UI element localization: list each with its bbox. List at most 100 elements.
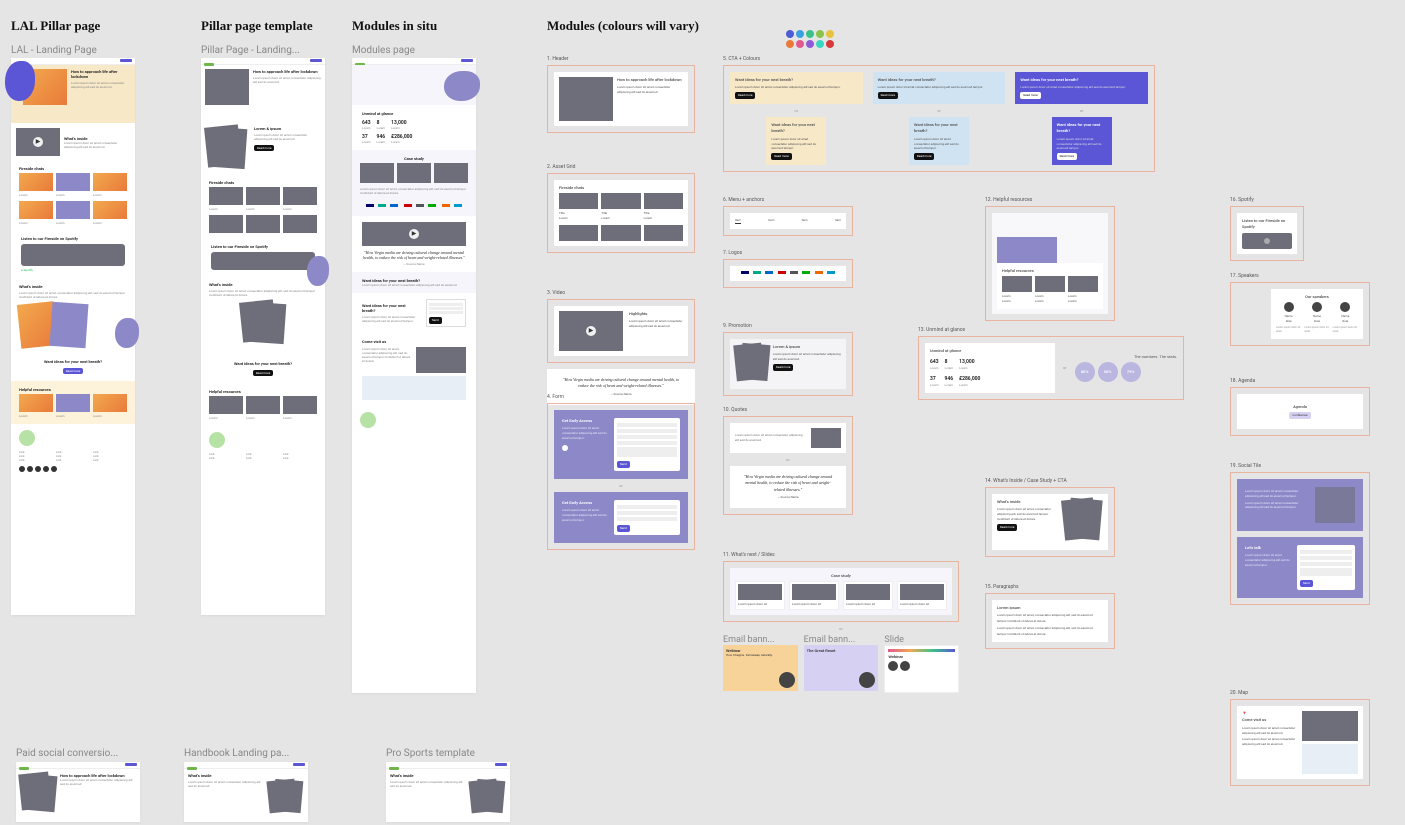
module-paragraphs[interactable]: Lorem ipsum Lorem ipsum dolor sit amet, …	[985, 593, 1115, 649]
module-logos[interactable]	[723, 259, 853, 288]
figma-canvas[interactable]: LAL Pillar page Pillar page template Mod…	[0, 0, 1405, 825]
frame-title[interactable]: Paid social conversio...	[16, 748, 118, 759]
cta-button[interactable]: Read more	[1057, 153, 1077, 160]
cta-button[interactable]: Read more	[878, 92, 898, 99]
label: Lorem ipsum dolor sit amet consectetur a…	[60, 778, 136, 786]
frame-modules-page[interactable]: Unmind at glance 643Lorem 8Lorem 13,000L…	[352, 58, 476, 693]
cta-button[interactable]: Read more	[735, 92, 755, 99]
module-map[interactable]: 📍 Come visit us Lorem ipsum dolor sit am…	[1230, 699, 1370, 786]
module-glance[interactable]: Unmind at glance 643Lorem 8Lorem 13,000L…	[918, 336, 1184, 400]
module-form[interactable]: Get Early Access Lorem ipsum dolor sit a…	[547, 403, 695, 550]
agenda-button[interactable]: Conference	[1289, 412, 1310, 419]
frame-title[interactable]: Slide	[884, 635, 959, 645]
label: Helpful resources	[209, 389, 317, 394]
label: Lorem ipsum dolor sit amet consectetur a…	[64, 141, 130, 149]
label: The Great Reset	[807, 648, 860, 653]
frame-title[interactable]: Modules page	[352, 45, 415, 56]
stat: 946	[945, 375, 954, 383]
label: Listen to our Fireside on Spotify	[1242, 218, 1292, 231]
video-thumb[interactable]	[559, 311, 623, 351]
submit-button[interactable]: Send	[617, 525, 630, 532]
cta-button[interactable]: Read more	[1020, 92, 1040, 99]
module-menu[interactable]: ItemItemItemItem	[723, 206, 853, 236]
office-photo	[416, 347, 466, 373]
module-asset-grid[interactable]: Fireside chats TitleLoremTitleLoremTitle…	[547, 173, 695, 253]
module-quotes[interactable]: Lorem ipsum dolor sit amet consectetur a…	[723, 416, 853, 515]
quote-src: — Source Name	[740, 495, 836, 500]
module-whatsinside[interactable]: What's inside Lorem ipsum dolor sit amet…	[985, 487, 1115, 557]
module-label: 17. Speakers	[1230, 273, 1370, 279]
label: Lorem ipsum dolor sit amet, consectetur …	[209, 289, 317, 297]
label: Want ideas for your next breath?	[878, 77, 1001, 83]
frame-title[interactable]: Email bann...	[723, 635, 798, 645]
frame-paid[interactable]: How to approach life after lockdown Lore…	[16, 762, 140, 822]
module-speakers[interactable]: Our speakers NameRole NameRole NameRole …	[1230, 282, 1370, 346]
video-thumb[interactable]	[16, 128, 60, 156]
cta-button[interactable]: Read more	[253, 370, 273, 376]
label: Helpful resources	[19, 387, 127, 392]
frame-title[interactable]: Email bann...	[804, 635, 879, 645]
frame-title[interactable]: Pillar Page - Landing...	[201, 45, 300, 56]
module-social-tile[interactable]: Lorem ipsum dolor sit amet consectetur a…	[1230, 472, 1370, 605]
spotify-embed[interactable]	[21, 244, 125, 266]
module-cta[interactable]: Want ideas for your next breath? Lorem i…	[723, 65, 1155, 172]
label: Webinar	[888, 654, 955, 659]
submit-button[interactable]: Send	[429, 317, 442, 324]
frame-pillar[interactable]: How to approach life after lockdown Lore…	[201, 58, 325, 615]
label: Lorem ipsum dolor sit amet consectetur a…	[1020, 85, 1143, 90]
section-title: Pillar page template	[201, 18, 313, 34]
frame-prosports[interactable]: What's inside Lorem ipsum dolor sit amet…	[386, 762, 510, 822]
module-label: 9. Promotion	[723, 323, 853, 329]
spotify-embed[interactable]	[211, 252, 315, 270]
cta-button[interactable]: Read more	[63, 368, 83, 374]
frame-title[interactable]: LAL - Landing Page	[11, 45, 97, 56]
module-label: 16. Spotify	[1230, 197, 1304, 203]
module-slides[interactable]: Case study Lorem ipsum dolor sit Lorem i…	[723, 561, 959, 622]
cta-button[interactable]: Read more	[254, 145, 274, 151]
label: Lorem ipsum dolor sit amet consectetur a…	[878, 85, 1001, 90]
label: How to approach life after lockdown	[617, 77, 683, 83]
spotify-embed[interactable]	[1242, 233, 1292, 249]
frame-lal[interactable]: How to approach life after lockdown Lore…	[11, 58, 135, 615]
stat: 37	[930, 375, 939, 383]
label: Get Early Access	[562, 418, 608, 424]
module-promotion[interactable]: Lorem & ipsum Lorem ipsum dolor sit amet…	[723, 332, 853, 396]
label: Come visit us	[362, 339, 466, 344]
module-label: 5. CTA + Colours	[723, 56, 1155, 62]
label: What's inside	[188, 773, 304, 778]
submit-button[interactable]: Send	[617, 461, 630, 468]
quote-src: — Source Name	[362, 262, 466, 266]
module-video[interactable]: Highlights Lorem ipsum dolor sit amet co…	[547, 299, 695, 363]
module-spotify[interactable]: Listen to our Fireside on Spotify	[1230, 206, 1304, 261]
label: Lorem ipsum dolor sit amet consectetur a…	[362, 315, 420, 323]
label: Lorem ipsum dolor sit amet consectetur a…	[362, 283, 466, 287]
frame-title[interactable]: Pro Sports template	[386, 748, 475, 759]
or-label: or	[730, 108, 863, 113]
or-label: or	[554, 483, 688, 488]
stat: 8	[945, 358, 954, 366]
module-agenda[interactable]: Agenda Conference	[1230, 387, 1370, 436]
stat-circle: 80%	[1075, 362, 1095, 382]
cta-button[interactable]: Read more	[771, 153, 791, 160]
frame-title[interactable]: Handbook Landing pa...	[184, 748, 289, 759]
video-thumb[interactable]	[362, 222, 466, 246]
module-helpful[interactable]: Helpful resources LoremLoremLoremLoremLo…	[985, 206, 1115, 321]
quote-small: Lorem ipsum dolor sit amet consectetur a…	[735, 433, 807, 443]
label: Lorem ipsum dolor sit amet consectetur a…	[1057, 137, 1107, 151]
module-label: 2. Asset Grid	[547, 164, 695, 170]
cta-button[interactable]: Read more	[997, 524, 1017, 531]
text: Lorem ipsum dolor sit amet, consectetur …	[19, 291, 127, 299]
map[interactable]	[1302, 744, 1358, 774]
stat-circle: 79%	[1121, 362, 1141, 382]
frame-handbook[interactable]: What's inside Lorem ipsum dolor sit amet…	[184, 762, 308, 822]
label: Want ideas for your next breath?	[771, 122, 821, 135]
cta-button[interactable]: Read more	[914, 153, 934, 160]
module-label: 19. Social Tile	[1230, 463, 1370, 469]
label: Lorem ipsum dolor sit amet consectetur a…	[1245, 501, 1309, 511]
submit-button[interactable]: Send	[1300, 580, 1313, 587]
cta-button[interactable]: Read more	[773, 364, 793, 371]
map[interactable]	[362, 376, 466, 400]
label: What's inside	[209, 282, 317, 287]
module-header[interactable]: How to approach life after lockdown Lore…	[547, 65, 695, 133]
label: Fireside chats	[209, 180, 317, 185]
